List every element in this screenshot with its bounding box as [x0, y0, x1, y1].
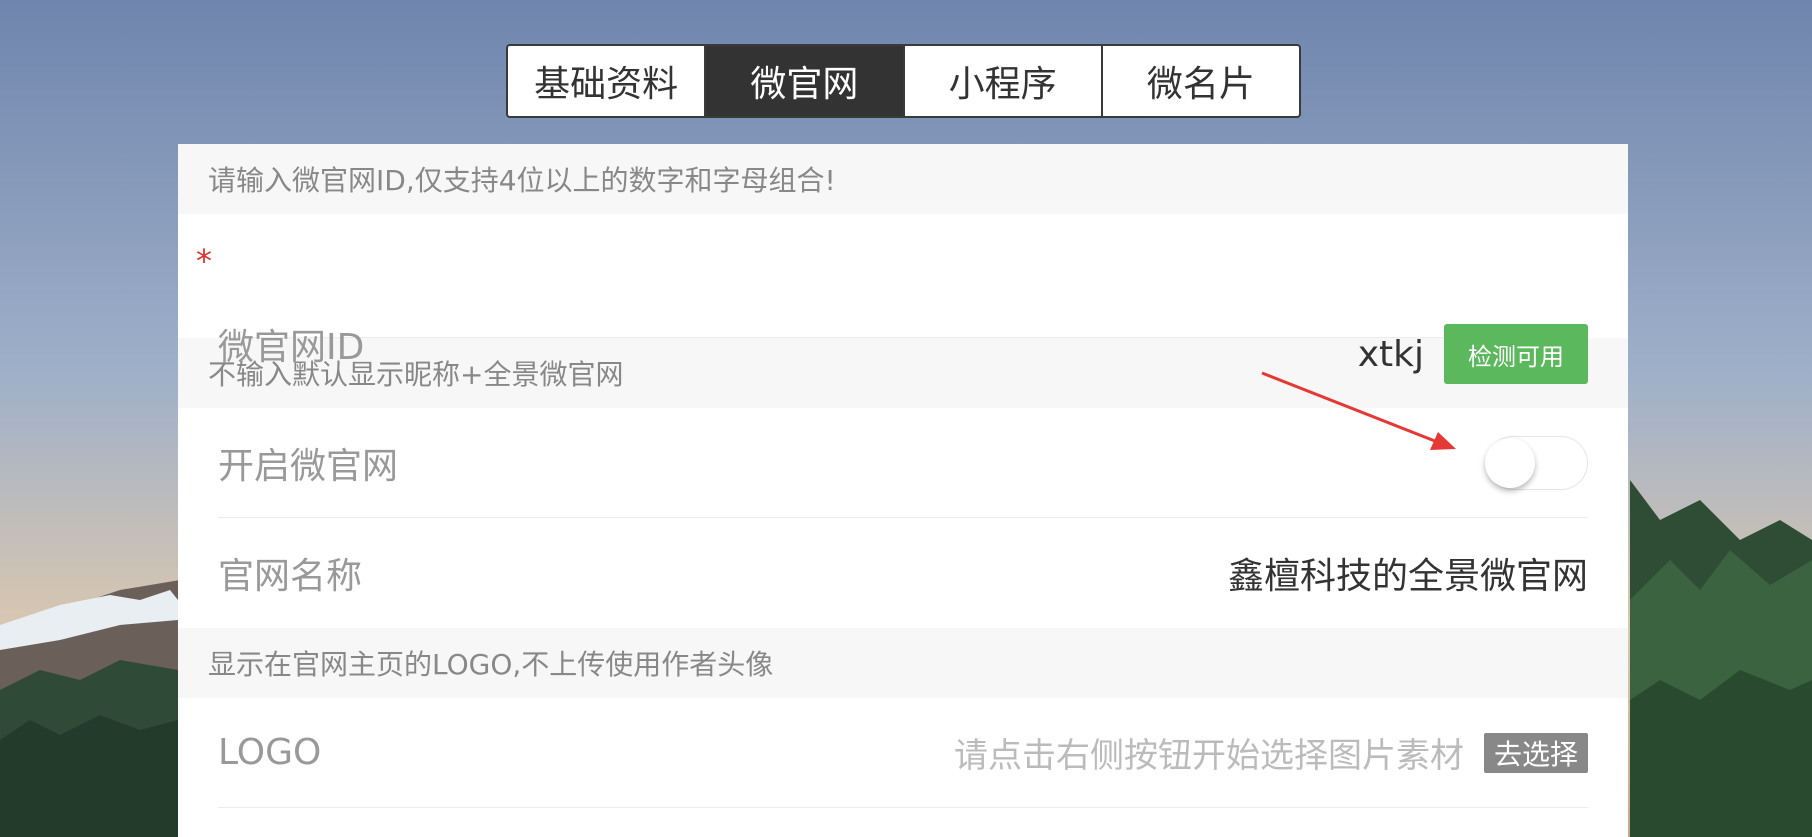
section-tab-bar: 基础资料 微官网 小程序 微名片: [506, 44, 1301, 118]
site-name-input[interactable]: 鑫檀科技的全景微官网: [1228, 547, 1588, 599]
tab-business-card[interactable]: 微名片: [1103, 46, 1299, 116]
site-id-input[interactable]: xtkj: [1358, 334, 1424, 375]
choose-image-button[interactable]: 去选择: [1483, 732, 1588, 773]
enable-site-label: 开启微官网: [218, 445, 399, 487]
logo-placeholder-text: 请点击右侧按钮开始选择图片素材: [953, 736, 1464, 776]
toggle-knob: [1485, 437, 1535, 488]
tab-micro-site[interactable]: 微官网: [706, 46, 905, 116]
enable-site-row: 开启微官网: [218, 408, 1588, 518]
tab-mini-program[interactable]: 小程序: [905, 46, 1103, 116]
site-name-label: 官网名称: [218, 556, 363, 597]
logo-row: LOGO 请点击右侧按钮开始选择图片素材 去选择: [218, 698, 1588, 808]
tab-basic-info[interactable]: 基础资料: [508, 46, 707, 116]
enable-site-toggle[interactable]: [1485, 435, 1588, 490]
site-id-row: * 微官网ID xtkj 检测可用: [196, 214, 1588, 384]
hint-site-id: 请输入微官网ID,仅支持4位以上的数字和字母组合!: [178, 144, 1628, 214]
site-name-row: 官网名称 鑫檀科技的全景微官网: [218, 518, 1588, 628]
hint-logo: 显示在官网主页的LOGO,不上传使用作者头像: [178, 628, 1628, 698]
micro-site-form: 请输入微官网ID,仅支持4位以上的数字和字母组合! * 微官网ID xtkj 检…: [178, 144, 1628, 837]
check-availability-button[interactable]: 检测可用: [1444, 324, 1588, 384]
site-id-label: 微官网ID: [218, 327, 365, 368]
required-mark: *: [196, 242, 212, 280]
logo-label: LOGO: [218, 732, 322, 773]
